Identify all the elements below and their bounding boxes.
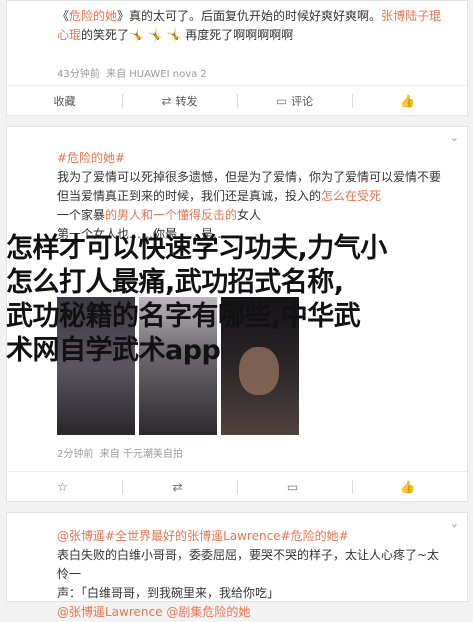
- overlay-line-4: 术网自学武术app: [6, 335, 221, 366]
- post-1-action-bar: 收藏 ⇄ 转发 ▭ 评论 👍: [7, 85, 467, 116]
- topic-link[interactable]: 危险的她: [69, 9, 117, 23]
- chevron-down-icon[interactable]: ⌄: [450, 131, 459, 144]
- post-2-time[interactable]: 2分钟前: [57, 449, 93, 460]
- repost-label: 转发: [175, 95, 198, 108]
- post-3-mention-3[interactable]: @张博遥Lawrence: [57, 605, 163, 619]
- like-button[interactable]: 👍: [352, 472, 467, 502]
- post-2-line2-end[interactable]: 怎么在受死: [321, 189, 381, 203]
- post-1-time[interactable]: 43分钟前: [57, 69, 100, 80]
- post-1-line2-mid: 的笑死了: [81, 28, 130, 42]
- repost-icon: ⇄: [161, 94, 172, 108]
- post-3-mention-1[interactable]: @张博遥#全世界最好的: [57, 529, 187, 543]
- post-2-meta: 2分钟前 来自 千元潮美自拍: [57, 445, 183, 460]
- post-1-meta: 43分钟前 来自 HUAWEI nova 2: [57, 65, 207, 80]
- mention-link-3[interactable]: 心琨: [57, 28, 81, 42]
- mention-link[interactable]: 张博: [381, 9, 405, 23]
- star-icon: ☆: [57, 480, 68, 494]
- comment-icon: ▭: [286, 480, 299, 494]
- post-1-line2-end: 🤸 🤸 🤸 再度死了啊啊啊啊啊: [129, 28, 294, 42]
- comment-button[interactable]: ▭ 评论: [237, 86, 352, 116]
- repost-button[interactable]: ⇄: [122, 472, 237, 502]
- post-3-mention-2[interactable]: 张博遥Lawrence: [187, 529, 281, 543]
- post-2-device: 来自 千元潮美自拍: [99, 449, 183, 460]
- topic-tag[interactable]: #危险的她#: [57, 151, 125, 165]
- overlay-headline: 怎样才可以快速学习功夫,力气小 怎么打人最痛,武功招式名称, 武功秘籍的名字有哪…: [6, 232, 387, 368]
- post-1-text-a: 《: [57, 9, 70, 23]
- thumb-up-icon: 👍: [400, 94, 415, 108]
- post-1-text-b: 》真: [117, 9, 142, 23]
- comment-label: 评论: [291, 95, 314, 108]
- post-2-line3: 一个家暴: [57, 208, 106, 222]
- chevron-down-icon[interactable]: ⌄: [450, 517, 459, 530]
- post-2-line3-link[interactable]: 的男人和一个懂得反击的: [105, 208, 237, 222]
- post-2-line1: 我为了爱情可以死掉很多遗憾，但是为了爱情，你为了爱情可以爱情不要: [57, 170, 442, 184]
- overlay-line-3: 武功秘籍的名字有哪些,中华武: [6, 301, 361, 332]
- overlay-line-1: 怎样才可以快速学习功夫,力气小: [6, 233, 387, 264]
- like-button[interactable]: 👍: [352, 86, 467, 116]
- post-1-text: 《危险的她》真的太可了。后面复仇开始的时候好爽好爽啊。张博陆子琨 心琨的笑死了🤸…: [57, 7, 445, 45]
- post-1-device: 来自 HUAWEI nova 2: [106, 69, 207, 80]
- post-card-3: ⌄ @张博遥#全世界最好的张博遥Lawrence#危险的她# 表白失败的白维小哥…: [6, 512, 468, 619]
- post-2-line3-end: 女人: [237, 208, 262, 222]
- thumb-up-icon: 👍: [400, 480, 415, 494]
- post-3-line3: 声：「白维哥哥，到我碗里来，我给你吃」: [57, 586, 280, 600]
- comment-button[interactable]: ▭: [237, 472, 352, 502]
- post-3-line2: 表白失败的白维小哥哥，委委屈屈，要哭不哭的样子，太让人心疼了~太怜一: [57, 548, 440, 581]
- favorite-button[interactable]: ☆: [7, 472, 122, 502]
- post-2-line2: 但当爱情真正到来的时候，我们还是真诚，投入的: [57, 189, 322, 203]
- repost-button[interactable]: ⇄ 转发: [122, 86, 237, 116]
- favorite-button[interactable]: 收藏: [7, 86, 122, 116]
- post-card-1: 《危险的她》真的太可了。后面复仇开始的时候好爽好爽啊。张博陆子琨 心琨的笑死了🤸…: [6, 0, 468, 116]
- repost-icon: ⇄: [172, 480, 183, 494]
- mention-link-2[interactable]: 陆子琨: [405, 9, 441, 23]
- post-3-topic[interactable]: #危险的她#: [281, 529, 349, 543]
- favorite-label: 收藏: [53, 95, 76, 108]
- post-1-text-c: 的太可了。后面复仇开始的时候好爽好爽啊。: [141, 9, 382, 23]
- post-3-text: @张博遥#全世界最好的张博遥Lawrence#危险的她# 表白失败的白维小哥哥，…: [57, 527, 445, 622]
- post-2-action-bar: ☆ ⇄ ▭ 👍: [7, 471, 467, 502]
- comment-icon: ▭: [275, 94, 288, 108]
- overlay-line-2: 怎么打人最痛,武功招式名称,: [6, 267, 344, 298]
- post-2-text: #危险的她# 我为了爱情可以死掉很多遗憾，但是为了爱情，你为了爱情可以爱情不要 …: [57, 149, 445, 244]
- post-3-mention-4[interactable]: @剧集危险的她: [166, 605, 250, 619]
